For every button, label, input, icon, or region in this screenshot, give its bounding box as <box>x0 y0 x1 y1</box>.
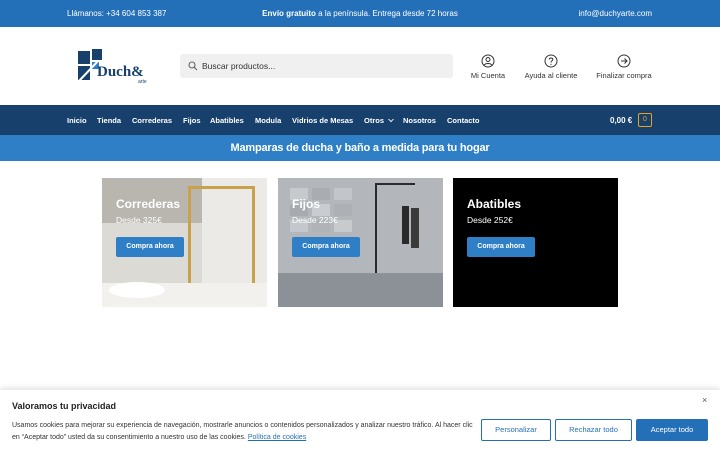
nav-otros-label: Otros <box>364 116 385 125</box>
cart-total[interactable]: 0,00 € <box>610 116 632 125</box>
category-card-fijos[interactable]: Fijos Desde 223€ Compra ahora <box>278 178 443 307</box>
shipping-bold: Envío gratuito <box>262 9 316 18</box>
account-link[interactable]: Mi Cuenta <box>466 54 510 80</box>
nav-item-nosotros[interactable]: Nosotros <box>403 116 436 125</box>
arrow-right-circle-icon <box>617 54 631 68</box>
chevron-down-icon <box>388 118 394 123</box>
reject-all-button[interactable]: Rechazar todo <box>555 419 632 441</box>
shop-now-button-fijos[interactable]: Compra ahora <box>292 237 360 257</box>
nav-item-otros[interactable]: Otros <box>364 116 394 125</box>
close-icon[interactable]: × <box>702 395 707 405</box>
help-link[interactable]: Ayuda al cliente <box>520 54 582 80</box>
cookie-title: Valoramos tu privacidad <box>12 401 117 411</box>
checkout-link[interactable]: Finalizar compra <box>592 54 656 80</box>
main-nav: Inicio Tienda Correderas Fijos Abatibles… <box>0 105 720 135</box>
nav-item-contacto[interactable]: Contacto <box>447 116 480 125</box>
card-title: Fijos <box>292 197 321 211</box>
shop-now-button-abatibles[interactable]: Compra ahora <box>467 237 535 257</box>
card-title: Correderas <box>116 197 181 211</box>
help-icon <box>544 54 558 68</box>
promo-banner: Mamparas de ducha y baño a medida para t… <box>0 135 720 161</box>
site-logo[interactable]: Duch& arte <box>76 47 156 87</box>
email-link[interactable]: info@duchyarte.com <box>579 9 653 18</box>
top-bar: Llámanos: +34 604 853 387 Envío gratuito… <box>0 0 720 27</box>
nav-item-vidrios-de-mesas[interactable]: Vidrios de Mesas <box>292 116 353 125</box>
cookie-banner: Valoramos tu privacidad × Usamos cookies… <box>0 390 720 450</box>
help-label: Ayuda al cliente <box>524 71 578 80</box>
site-header: Duch& arte Mi Cuenta Ayuda al cliente <box>0 27 720 105</box>
card-price: Desde 325€ <box>116 215 162 225</box>
account-label: Mi Cuenta <box>470 71 506 80</box>
nav-item-inicio[interactable]: Inicio <box>67 116 87 125</box>
user-icon <box>481 54 495 68</box>
cookie-policy-link[interactable]: Política de cookies <box>248 434 306 441</box>
search-input[interactable] <box>202 57 442 75</box>
customize-button[interactable]: Personalizar <box>481 419 551 441</box>
nav-item-tienda[interactable]: Tienda <box>97 116 121 125</box>
cart-count-badge[interactable]: 0 <box>638 113 652 127</box>
card-price: Desde 223€ <box>292 215 338 225</box>
cookie-description: Usamos cookies para mejorar su experienc… <box>12 422 473 441</box>
nav-item-abatibles[interactable]: Abatibles <box>210 116 244 125</box>
nav-item-fijos[interactable]: Fijos <box>183 116 201 125</box>
accept-all-button[interactable]: Aceptar todo <box>636 419 708 441</box>
category-card-correderas[interactable]: Correderas Desde 325€ Compra ahora <box>102 178 267 307</box>
cookie-text: Usamos cookies para mejorar su experienc… <box>12 420 474 444</box>
search-icon <box>188 61 198 71</box>
checkout-label: Finalizar compra <box>596 71 652 80</box>
nav-item-correderas[interactable]: Correderas <box>132 116 172 125</box>
card-price: Desde 252€ <box>467 215 513 225</box>
logo-text: Duch& <box>97 64 144 80</box>
logo-sub: arte <box>138 79 147 85</box>
shop-now-button-correderas[interactable]: Compra ahora <box>116 237 184 257</box>
card-title: Abatibles <box>467 197 522 211</box>
shipping-rest: a la península. Entrega desde 72 horas <box>315 9 458 18</box>
search-box[interactable] <box>180 54 453 78</box>
nav-item-modula[interactable]: Modula <box>255 116 281 125</box>
category-card-abatibles[interactable]: Abatibles Desde 252€ Compra ahora <box>453 178 618 307</box>
